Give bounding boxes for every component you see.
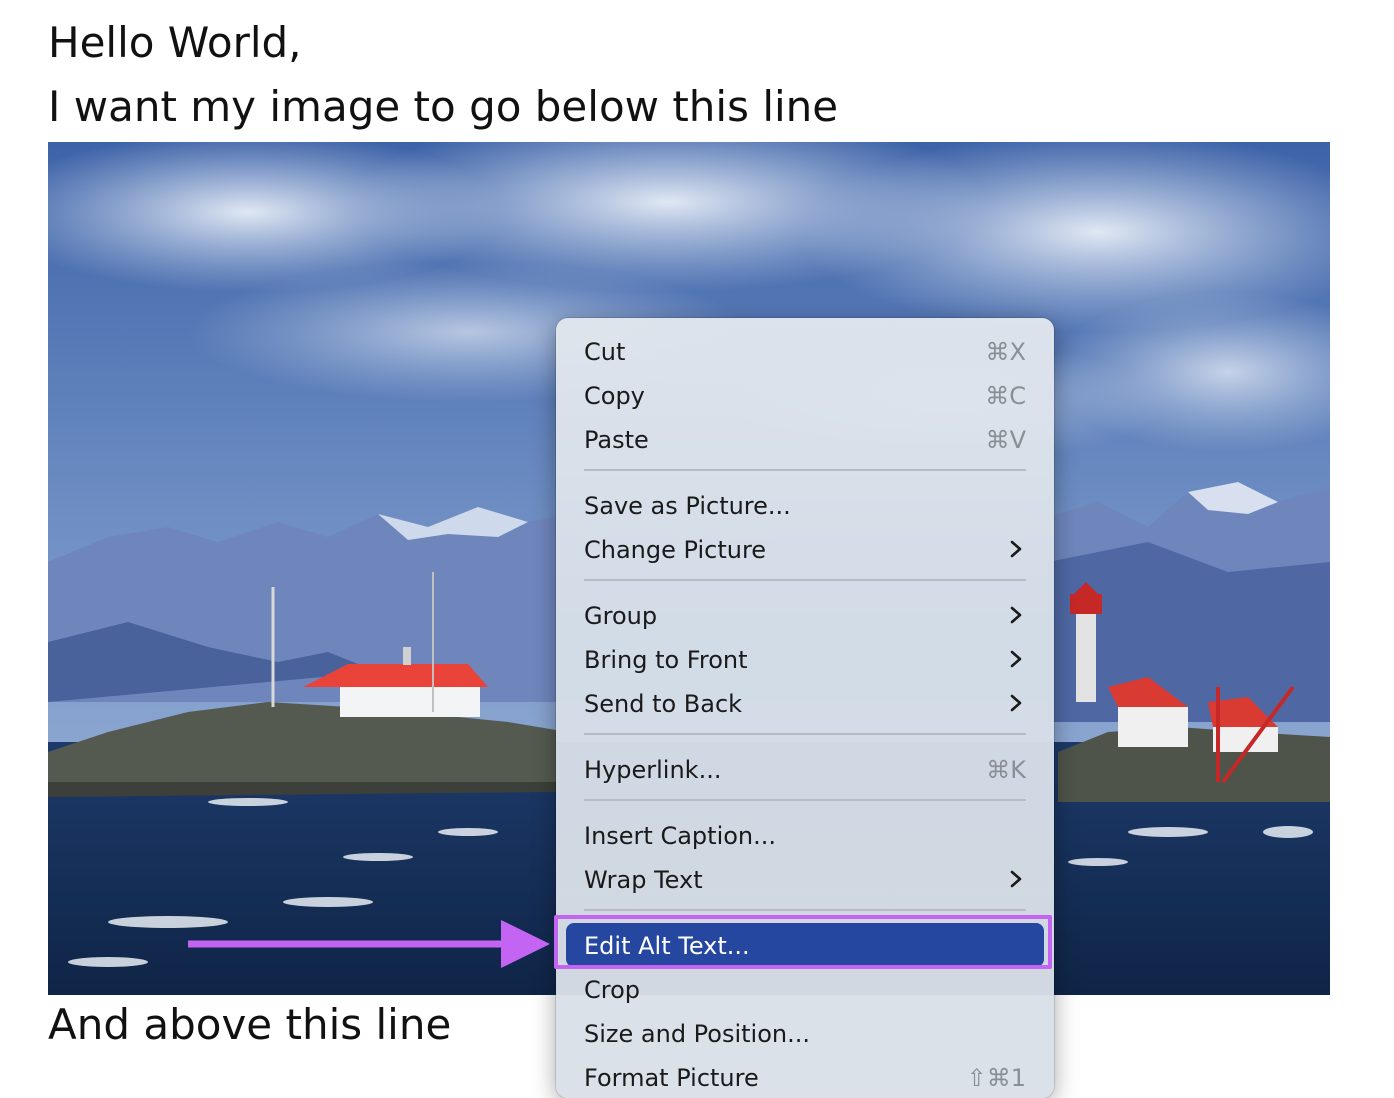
chevron-right-icon [1010, 650, 1022, 668]
menu-item-label: Cut [584, 338, 626, 366]
chevron-right-icon [1010, 870, 1022, 888]
menu-item-label: Change Picture [584, 536, 767, 564]
document-line-hello: Hello World, [48, 18, 302, 67]
menu-item-hyperlink[interactable]: Hyperlink... ⌘K [566, 747, 1044, 791]
menu-separator [584, 579, 1026, 581]
menu-item-label: Wrap Text [584, 866, 703, 894]
arrow-right-icon [188, 920, 550, 968]
menu-item-label: Insert Caption... [584, 822, 777, 850]
document-line-below: I want my image to go below this line [48, 82, 839, 131]
menu-item-label: Bring to Front [584, 646, 748, 674]
menu-item-change-picture[interactable]: Change Picture [566, 527, 1044, 571]
menu-separator [584, 909, 1026, 911]
menu-item-shortcut: ⌘V [985, 426, 1026, 454]
menu-item-label: Hyperlink... [584, 756, 722, 784]
menu-separator [584, 469, 1026, 471]
menu-item-label: Paste [584, 426, 649, 454]
document-line-above: And above this line [48, 1000, 452, 1049]
menu-item-wrap-text[interactable]: Wrap Text [566, 857, 1044, 901]
menu-separator [584, 733, 1026, 735]
menu-item-copy[interactable]: Copy ⌘C [566, 373, 1044, 417]
menu-item-cut[interactable]: Cut ⌘X [566, 329, 1044, 373]
menu-separator [584, 799, 1026, 801]
menu-item-label: Group [584, 602, 658, 630]
menu-item-save-as-picture[interactable]: Save as Picture... [566, 483, 1044, 527]
chevron-right-icon [1010, 606, 1022, 624]
menu-item-label: Crop [584, 976, 641, 1004]
menu-item-label: Size and Position... [584, 1020, 811, 1048]
menu-item-shortcut: ⌘C [985, 382, 1026, 410]
menu-item-label: Send to Back [584, 690, 743, 718]
menu-item-label: Save as Picture... [584, 492, 791, 520]
chevron-right-icon [1010, 694, 1022, 712]
context-menu: Cut ⌘X Copy ⌘C Paste ⌘V Save as Picture.… [556, 318, 1054, 1098]
menu-item-shortcut: ⌘K [986, 756, 1026, 784]
menu-item-shortcut: ⇧⌘1 [966, 1064, 1026, 1092]
edit-alt-text-highlight [554, 915, 1052, 969]
menu-item-format-picture[interactable]: Format Picture ⇧⌘1 [566, 1055, 1044, 1098]
chevron-right-icon [1010, 540, 1022, 558]
menu-item-label: Format Picture [584, 1064, 759, 1092]
menu-item-insert-caption[interactable]: Insert Caption... [566, 813, 1044, 857]
menu-item-size-and-position[interactable]: Size and Position... [566, 1011, 1044, 1055]
menu-item-group[interactable]: Group [566, 593, 1044, 637]
menu-item-crop[interactable]: Crop [566, 967, 1044, 1011]
menu-item-shortcut: ⌘X [985, 338, 1026, 366]
menu-item-bring-to-front[interactable]: Bring to Front [566, 637, 1044, 681]
menu-item-send-to-back[interactable]: Send to Back [566, 681, 1044, 725]
menu-item-label: Copy [584, 382, 645, 410]
menu-item-paste[interactable]: Paste ⌘V [566, 417, 1044, 461]
